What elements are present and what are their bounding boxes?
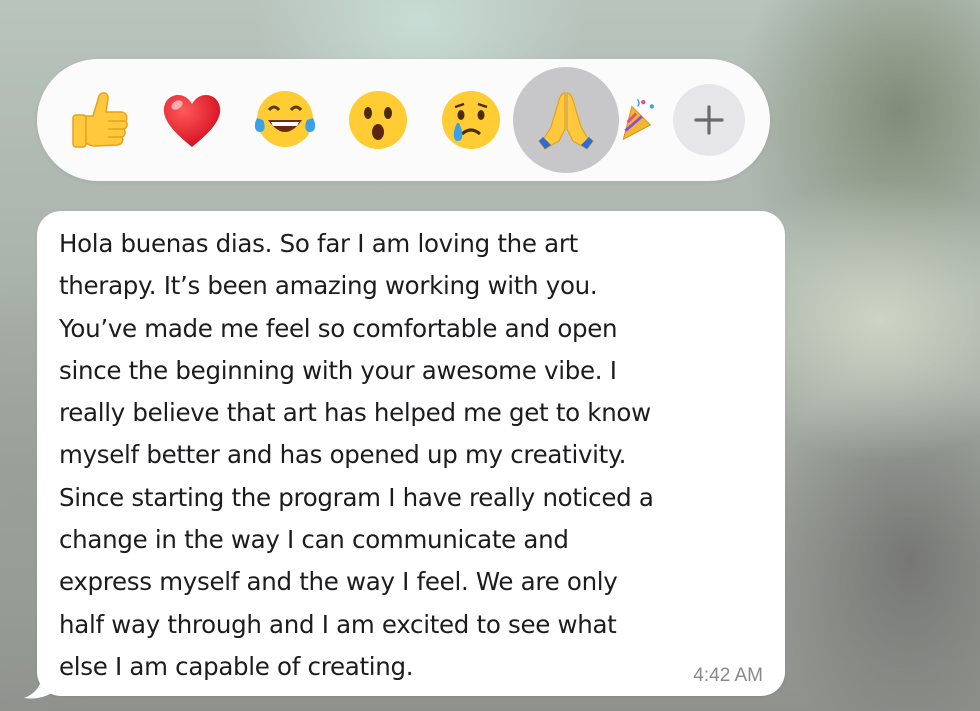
folded-hands-icon[interactable] [513, 67, 619, 173]
thumbs-up-icon[interactable] [63, 84, 135, 156]
tears-of-joy-icon[interactable] [249, 84, 321, 156]
crying-face-icon[interactable] [435, 84, 507, 156]
message-line: change in the way I can communicate and [59, 525, 569, 555]
add-reaction-button[interactable] [673, 84, 745, 156]
message-timestamp: 4:42 AM [693, 665, 763, 686]
message-bubble[interactable]: Hola buenas dias. So far I am loving the… [37, 211, 785, 696]
message-line: myself better and has opened up my creat… [59, 440, 627, 470]
plus-icon [694, 105, 724, 135]
red-heart-icon[interactable] [156, 84, 228, 156]
message-line: else I am capable of creating. [59, 651, 414, 681]
surprised-face-icon[interactable] [342, 84, 414, 156]
message-text: Hola buenas dias. So far I am loving the… [59, 223, 771, 688]
message-line: since the beginning with your awesome vi… [59, 355, 617, 385]
message-line: You’ve made me feel so comfortable and o… [59, 313, 618, 343]
party-popper-icon[interactable] [619, 84, 659, 156]
message-line: half way through and I am excited to see… [59, 609, 617, 639]
message-line: Since starting the program I have really… [59, 482, 654, 512]
message-line: express myself and the way I feel. We ar… [59, 567, 618, 597]
message-line: Hola buenas dias. So far I am loving the… [59, 229, 578, 258]
message-line: really believe that art has helped me ge… [59, 398, 651, 428]
message-line: therapy. It’s been amazing working with … [59, 271, 598, 301]
reaction-bar [37, 59, 770, 181]
